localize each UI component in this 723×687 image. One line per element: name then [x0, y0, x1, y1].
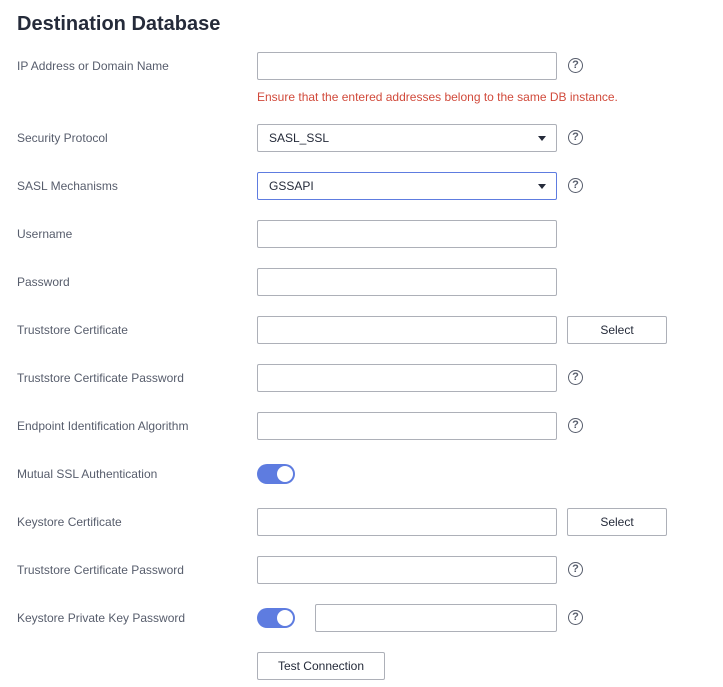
- username-input[interactable]: [257, 220, 557, 248]
- truststore-cert-password-2-input[interactable]: [257, 556, 557, 584]
- truststore-cert-input[interactable]: [257, 316, 557, 344]
- page-title: Destination Database: [17, 13, 221, 35]
- keystore-cert-input[interactable]: [257, 508, 557, 536]
- security-protocol-help-icon[interactable]: ?: [568, 130, 583, 145]
- endpoint-algorithm-help-icon[interactable]: ?: [568, 418, 583, 433]
- sasl-mechanisms-select[interactable]: GSSAPI: [257, 172, 557, 200]
- keystore-cert-label: Keystore Certificate: [17, 515, 122, 529]
- ip-label: IP Address or Domain Name: [17, 59, 169, 73]
- sasl-mechanisms-value: GSSAPI: [269, 179, 314, 193]
- truststore-cert-password-2-help-icon[interactable]: ?: [568, 562, 583, 577]
- test-connection-button[interactable]: Test Connection: [257, 652, 385, 680]
- truststore-cert-password-help-icon[interactable]: ?: [568, 370, 583, 385]
- mutual-ssl-label: Mutual SSL Authentication: [17, 467, 158, 481]
- ip-error-message: Ensure that the entered addresses belong…: [257, 90, 618, 104]
- keystore-key-password-help-icon[interactable]: ?: [568, 610, 583, 625]
- truststore-cert-password-2-label: Truststore Certificate Password: [17, 563, 184, 577]
- sasl-mechanisms-help-icon[interactable]: ?: [568, 178, 583, 193]
- sasl-mechanisms-label: SASL Mechanisms: [17, 179, 118, 193]
- truststore-cert-select-button[interactable]: Select: [567, 316, 667, 344]
- keystore-key-password-label: Keystore Private Key Password: [17, 611, 186, 625]
- toggle-knob: [277, 610, 293, 626]
- chevron-down-icon: [538, 184, 546, 189]
- truststore-cert-password-input[interactable]: [257, 364, 557, 392]
- truststore-cert-password-label: Truststore Certificate Password: [17, 371, 184, 385]
- chevron-down-icon: [538, 136, 546, 141]
- security-protocol-select[interactable]: SASL_SSL: [257, 124, 557, 152]
- truststore-cert-label: Truststore Certificate: [17, 323, 128, 337]
- password-input[interactable]: [257, 268, 557, 296]
- ip-input[interactable]: [257, 52, 557, 80]
- ip-help-icon[interactable]: ?: [568, 58, 583, 73]
- toggle-knob: [277, 466, 293, 482]
- endpoint-algorithm-label: Endpoint Identification Algorithm: [17, 419, 189, 433]
- security-protocol-value: SASL_SSL: [269, 131, 330, 145]
- keystore-key-password-input[interactable]: [315, 604, 557, 632]
- mutual-ssl-toggle[interactable]: [257, 464, 295, 484]
- username-label: Username: [17, 227, 73, 241]
- keystore-key-password-toggle[interactable]: [257, 608, 295, 628]
- endpoint-algorithm-input[interactable]: [257, 412, 557, 440]
- security-protocol-label: Security Protocol: [17, 131, 108, 145]
- password-label: Password: [17, 275, 70, 289]
- keystore-cert-select-button[interactable]: Select: [567, 508, 667, 536]
